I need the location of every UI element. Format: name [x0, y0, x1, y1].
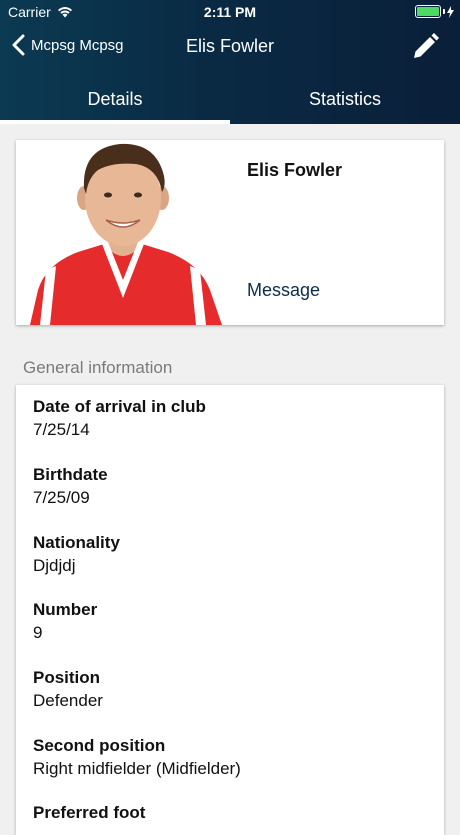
field-label: Nationality: [33, 533, 120, 552]
pencil-icon: [414, 33, 439, 58]
status-time: 2:11 PM: [203, 4, 257, 20]
tab-statistics[interactable]: Statistics: [230, 74, 460, 124]
field-value: 7/25/14: [33, 420, 90, 439]
charging-icon: [447, 5, 454, 18]
player-name: Elis Fowler: [247, 160, 343, 180]
field-label: Birthdate: [33, 465, 108, 484]
field-label: Second position: [33, 736, 166, 755]
field-value: Djdjdj: [33, 556, 76, 575]
player-photo: [16, 140, 230, 325]
field-birthdate: Birthdate 7/25/09: [33, 465, 108, 508]
field-position: Position Defender: [33, 668, 103, 711]
field-second-position: Second position Right midfielder (Midfie…: [33, 736, 241, 779]
profile-card: Elis Fowler Message: [16, 140, 444, 325]
status-bar: Carrier 2:11 PM: [0, 0, 460, 24]
header: Carrier 2:11 PM Mcpsg Mcpsg Elis Fowler: [0, 0, 460, 124]
field-label: Date of arrival in club: [33, 397, 206, 416]
field-value: Defender: [33, 691, 103, 710]
field-value: Right midfielder (Midfielder): [33, 759, 241, 778]
field-label: Number: [33, 600, 98, 619]
message-link[interactable]: Message: [247, 280, 320, 301]
field-preferred-foot: Preferred foot: [33, 803, 145, 826]
section-title-general: General information: [23, 358, 173, 377]
battery-icon: [415, 5, 454, 18]
edit-button[interactable]: [410, 32, 440, 67]
page-title: Elis Fowler: [185, 36, 274, 56]
field-date-of-arrival: Date of arrival in club 7/25/14: [33, 397, 206, 440]
field-label: Position: [33, 668, 101, 687]
tab-details[interactable]: Details: [0, 74, 230, 124]
navigation-bar: Mcpsg Mcpsg Elis Fowler: [0, 24, 460, 70]
general-info-card: Date of arrival in club 7/25/14 Birthdat…: [16, 385, 444, 835]
field-number: Number 9: [33, 600, 97, 643]
field-value: 9: [33, 623, 43, 642]
field-value: 7/25/09: [33, 488, 90, 507]
tab-bar: Details Statistics: [0, 74, 460, 124]
field-nationality: Nationality Djdjdj: [33, 533, 120, 576]
field-label: Preferred foot: [33, 803, 146, 822]
